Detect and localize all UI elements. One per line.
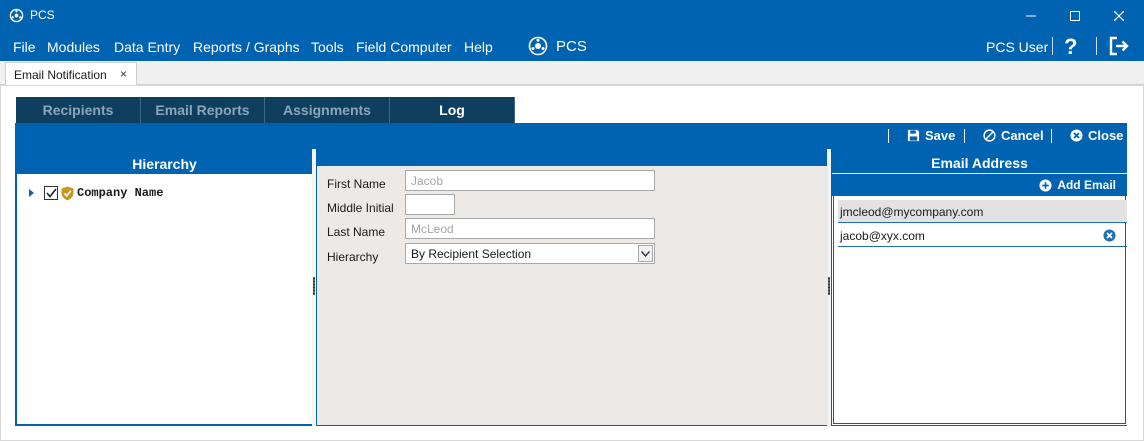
- section-tabs: Recipients Email Reports Assignments Log: [16, 97, 515, 123]
- minimize-button[interactable]: [1008, 0, 1054, 31]
- toolbar-separator: [964, 129, 965, 143]
- hierarchy-select[interactable]: By Recipient Selection: [405, 243, 655, 264]
- middle-initial-input[interactable]: [405, 194, 455, 215]
- close-button[interactable]: Close: [1070, 128, 1123, 143]
- last-name-input[interactable]: McLeod: [405, 218, 655, 239]
- brand-label: PCS: [556, 38, 587, 55]
- menu-tools[interactable]: Tools: [311, 39, 344, 55]
- x-circle-icon[interactable]: [1103, 229, 1116, 242]
- tree-node-label: Company Name: [77, 186, 164, 200]
- menu-modules[interactable]: Modules: [47, 39, 100, 55]
- first-name-label: First Name: [327, 177, 386, 191]
- menu-data-entry[interactable]: Data Entry: [114, 39, 180, 55]
- floppy-disk-icon: [907, 129, 920, 142]
- tab-recipients[interactable]: Recipients: [16, 97, 141, 123]
- last-name-label: Last Name: [327, 225, 386, 239]
- save-label: Save: [925, 128, 956, 143]
- toolbar-separator: [888, 129, 889, 143]
- email-address: jacob@xyx.com: [840, 229, 925, 243]
- document-tab-bar: Email Notification ×: [0, 61, 1144, 86]
- title-bar: PCS: [0, 0, 1144, 31]
- close-label: Close: [1088, 128, 1124, 143]
- hierarchy-header: Hierarchy: [16, 153, 313, 174]
- tab-log[interactable]: Log: [390, 97, 515, 123]
- shield-check-icon: [61, 186, 74, 200]
- first-name-input[interactable]: Jacob: [405, 170, 655, 191]
- menu-field-computer[interactable]: Field Computer: [356, 39, 452, 55]
- tab-email-reports[interactable]: Email Reports: [141, 97, 265, 123]
- add-email-button[interactable]: Add Email: [1039, 178, 1116, 192]
- action-toolbar: Save Cancel Close: [15, 123, 1127, 149]
- cancel-button[interactable]: Cancel: [983, 128, 1044, 143]
- toolbar-separator: [1051, 129, 1052, 143]
- email-actions-bar: Add Email: [832, 174, 1127, 196]
- plus-circle-icon: [1039, 178, 1052, 192]
- tab-email-notification[interactable]: Email Notification ×: [5, 62, 137, 86]
- user-name[interactable]: PCS User: [986, 39, 1048, 55]
- tab-label: Email Notification: [14, 68, 107, 82]
- help-icon[interactable]: ?: [1064, 34, 1077, 60]
- hierarchy-label: Hierarchy: [327, 250, 379, 264]
- menu-reports-graphs[interactable]: Reports / Graphs: [193, 39, 300, 55]
- menu-help[interactable]: Help: [464, 39, 493, 55]
- chevron-down-icon[interactable]: [638, 245, 653, 262]
- email-header: Email Address: [832, 152, 1127, 173]
- window-close-button[interactable]: [1096, 0, 1142, 31]
- maximize-icon: [1070, 10, 1080, 21]
- email-address: jmcleod@mycompany.com: [840, 205, 984, 219]
- maximize-button[interactable]: [1052, 0, 1098, 31]
- cancel-circle-icon: [983, 129, 996, 142]
- menu-bar: File Modules Data Entry Reports / Graphs…: [0, 31, 1144, 61]
- hierarchy-panel: Hierarchy Company Name: [16, 152, 313, 425]
- tree-checkbox[interactable]: [44, 186, 58, 200]
- save-button[interactable]: Save: [907, 128, 955, 143]
- middle-initial-label: Middle Initial: [327, 201, 394, 215]
- pcs-logo-icon: [528, 36, 548, 56]
- recipient-form: First Name Jacob Middle Initial Last Nam…: [317, 166, 828, 425]
- splitter-left[interactable]: [312, 149, 316, 426]
- tab-close-icon[interactable]: ×: [120, 67, 127, 81]
- minimize-icon: [1026, 15, 1036, 16]
- menu-separator: [1052, 37, 1053, 55]
- logout-icon[interactable]: [1108, 36, 1130, 56]
- pcs-logo-icon: [9, 8, 24, 23]
- menu-separator: [1096, 37, 1097, 55]
- window-title: PCS: [30, 8, 55, 22]
- splitter-grip: [313, 277, 315, 295]
- email-panel: Email Address Add Email jmcleod@mycompan…: [832, 152, 1127, 425]
- tree-node-company[interactable]: Company Name: [29, 185, 163, 201]
- hierarchy-select-value: By Recipient Selection: [411, 247, 532, 261]
- close-icon: [1114, 10, 1124, 21]
- expand-arrow-icon[interactable]: [29, 189, 34, 197]
- cancel-label: Cancel: [1001, 128, 1044, 143]
- add-email-label: Add Email: [1057, 178, 1116, 192]
- list-item[interactable]: jacob@xyx.com: [838, 224, 1127, 247]
- email-list: jmcleod@mycompany.com jacob@xyx.com: [833, 196, 1127, 424]
- menu-file[interactable]: File: [13, 39, 36, 55]
- tab-assignments[interactable]: Assignments: [265, 97, 390, 123]
- list-item[interactable]: jmcleod@mycompany.com: [838, 200, 1127, 223]
- close-circle-icon: [1070, 129, 1083, 142]
- splitter-grip: [828, 277, 830, 295]
- checkmark-icon: [45, 188, 57, 198]
